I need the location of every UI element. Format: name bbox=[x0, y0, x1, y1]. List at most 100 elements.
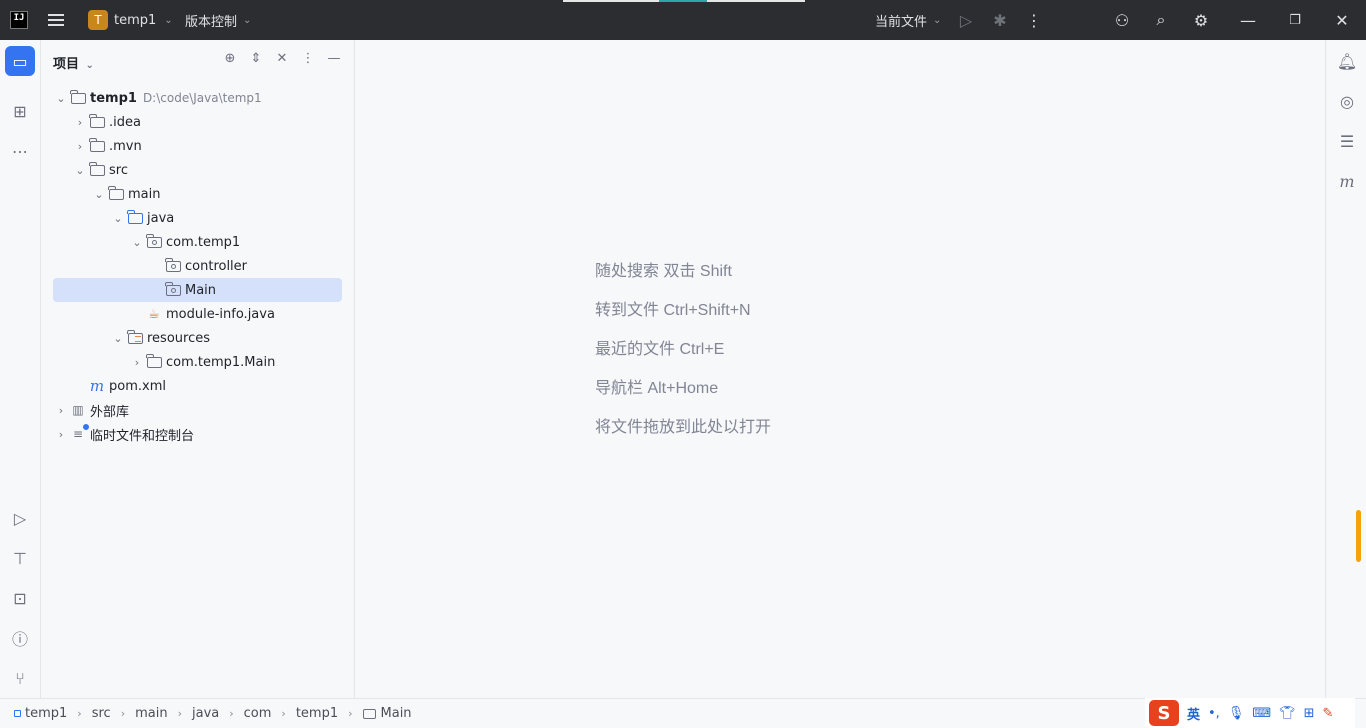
tree-item-idea[interactable]: › .idea bbox=[41, 110, 354, 134]
chevron-down-icon[interactable]: ⌄ bbox=[91, 188, 107, 201]
tree-item-external-libraries[interactable]: › ▥ 外部库 bbox=[41, 398, 354, 422]
tree-item-main[interactable]: ⌄ main bbox=[41, 182, 354, 206]
mascot-icon[interactable]: ✎ bbox=[1323, 706, 1334, 721]
run-config-selector[interactable]: 当前文件 ⌄ bbox=[875, 0, 941, 40]
hide-panel-icon[interactable]: — bbox=[326, 51, 342, 66]
tree-item-java[interactable]: ⌄ java bbox=[41, 206, 354, 230]
git-branch-icon: ⑂ bbox=[15, 668, 25, 688]
project-badge: T bbox=[88, 10, 108, 30]
chevron-right-icon[interactable]: › bbox=[72, 140, 88, 153]
toolbox-icon[interactable]: ⊞ bbox=[1304, 706, 1315, 721]
breadcrumb-com[interactable]: com bbox=[244, 706, 272, 721]
project-panel: 项目 ⌄ ⊕ ⇕ ✕ ⋮ — ⌄ temp1 D:\code\Java\temp… bbox=[41, 40, 355, 698]
settings-icon[interactable]: ⚙ bbox=[1189, 0, 1213, 40]
tree-item-controller[interactable]: controller bbox=[41, 254, 354, 278]
folder-icon bbox=[107, 185, 125, 201]
folder-icon bbox=[88, 161, 106, 177]
breadcrumb-src[interactable]: src bbox=[92, 706, 111, 721]
hint-navigation-bar: 导航栏 Alt+Home bbox=[595, 380, 719, 397]
chevron-right-icon[interactable]: › bbox=[53, 428, 69, 441]
locate-icon[interactable]: ⊕ bbox=[222, 51, 238, 66]
debug-icon[interactable]: ✱ bbox=[988, 0, 1012, 40]
more-actions-icon[interactable]: ⋮ bbox=[1022, 0, 1046, 40]
minimize-icon[interactable]: — bbox=[1236, 0, 1260, 40]
more-tools-button[interactable]: ⋯ bbox=[5, 136, 35, 166]
breadcrumb-temp1-pkg[interactable]: temp1 bbox=[296, 706, 338, 721]
editor-empty-area[interactable]: 随处搜索 双击 Shift 转到文件 Ctrl+Shift+N 最近的文件 Ct… bbox=[355, 40, 1325, 698]
notifications-button[interactable]: 🔔︎ bbox=[1332, 46, 1362, 76]
add-user-icon[interactable]: ⚇ bbox=[1110, 0, 1134, 40]
project-tree: ⌄ temp1 D:\code\Java\temp1 › .idea › .mv… bbox=[41, 86, 354, 446]
tree-item-com-temp1-main[interactable]: › com.temp1.Main bbox=[41, 350, 354, 374]
scroll-marker bbox=[1356, 510, 1361, 562]
vcs-menu[interactable]: 版本控制 ⌄ bbox=[185, 0, 251, 40]
tree-item-scratches[interactable]: › ≡ 临时文件和控制台 bbox=[41, 422, 354, 446]
source-folder-icon bbox=[126, 209, 144, 225]
services-tool-button[interactable]: ▷ bbox=[5, 503, 35, 533]
tree-item-pom[interactable]: m pom.xml bbox=[41, 374, 354, 398]
project-switcher[interactable]: T temp1 ⌄ bbox=[88, 0, 173, 40]
tree-item-main-package[interactable]: Main bbox=[53, 278, 342, 302]
hint-goto-file: 转到文件 Ctrl+Shift+N bbox=[595, 302, 751, 319]
chevron-down-icon[interactable]: ⌄ bbox=[53, 92, 69, 105]
skin-icon[interactable]: 👕︎ bbox=[1279, 706, 1296, 721]
breadcrumb-temp1[interactable]: temp1 bbox=[25, 706, 67, 721]
ai-assistant-button[interactable]: ◎ bbox=[1332, 86, 1362, 116]
package-icon bbox=[164, 281, 182, 297]
microphone-icon[interactable]: 🎙︎ bbox=[1228, 706, 1245, 721]
play-circle-icon: ▷ bbox=[13, 508, 27, 528]
maven-button[interactable]: m bbox=[1332, 166, 1362, 196]
project-name: temp1 bbox=[114, 12, 157, 28]
build-tool-button[interactable]: ⊤ bbox=[5, 543, 35, 573]
database-button[interactable]: ☰ bbox=[1332, 126, 1362, 156]
collapse-all-icon[interactable]: ✕ bbox=[274, 51, 290, 66]
search-icon[interactable]: ⌕ bbox=[1149, 0, 1173, 40]
chevron-down-icon[interactable]: ⌄ bbox=[129, 236, 145, 249]
terminal-tool-button[interactable]: ⊡ bbox=[5, 583, 35, 613]
run-icon[interactable]: ▷ bbox=[954, 0, 978, 40]
restore-icon[interactable]: ❐ bbox=[1283, 0, 1307, 40]
left-tool-strip: ▭ ⊞ ⋯ ▷ ⊤ ⊡ ⓘ ⑂ bbox=[0, 40, 41, 698]
hint-recent-files: 最近的文件 Ctrl+E bbox=[595, 341, 725, 358]
database-icon: ☰ bbox=[1339, 131, 1355, 151]
punctuation-icon[interactable]: •, bbox=[1208, 706, 1220, 721]
git-tool-button[interactable]: ⑂ bbox=[5, 663, 35, 693]
warning-circle-icon: ⓘ bbox=[11, 630, 28, 649]
breadcrumb-main-pkg[interactable]: Main bbox=[381, 706, 412, 721]
ime-mode[interactable]: 英 bbox=[1187, 704, 1200, 723]
close-icon[interactable]: ✕ bbox=[1330, 0, 1354, 40]
chevron-right-icon[interactable]: › bbox=[129, 356, 145, 369]
maven-icon: m bbox=[1339, 171, 1355, 191]
tree-item-module-info[interactable]: ☕ module-info.java bbox=[41, 302, 354, 326]
chevron-down-icon[interactable]: ⌄ bbox=[110, 332, 126, 345]
project-view-selector[interactable]: 项目 ⌄ bbox=[53, 53, 94, 72]
project-panel-actions: ⊕ ⇕ ✕ ⋮ — bbox=[222, 51, 342, 66]
tree-item-mvn[interactable]: › .mvn bbox=[41, 134, 354, 158]
main-menu-button[interactable] bbox=[48, 0, 70, 40]
project-tool-button[interactable]: ▭ bbox=[5, 46, 35, 76]
breadcrumb-main[interactable]: main bbox=[135, 706, 167, 721]
chevron-down-icon[interactable]: ⌄ bbox=[72, 164, 88, 177]
package-icon bbox=[145, 233, 163, 249]
chevron-down-icon: ⌄ bbox=[164, 14, 173, 26]
chevron-right-icon[interactable]: › bbox=[72, 116, 88, 129]
title-bar: IJ T temp1 ⌄ 版本控制 ⌄ 当前文件 ⌄ ▷ ✱ ⋮ ⚇ ⌕ ⚙ —… bbox=[0, 0, 1366, 40]
tree-item-src[interactable]: ⌄ src bbox=[41, 158, 354, 182]
breadcrumb-java[interactable]: java bbox=[192, 706, 219, 721]
tree-item-resources[interactable]: ⌄ resources bbox=[41, 326, 354, 350]
structure-tool-button[interactable]: ⊞ bbox=[5, 96, 35, 126]
tree-item-temp1[interactable]: ⌄ temp1 D:\code\Java\temp1 bbox=[41, 86, 354, 110]
options-icon[interactable]: ⋮ bbox=[300, 51, 316, 66]
keyboard-icon[interactable]: ⌨ bbox=[1252, 706, 1271, 721]
problems-tool-button[interactable]: ⓘ bbox=[5, 623, 35, 653]
right-tool-strip: 🔔︎ ◎ ☰ m bbox=[1325, 40, 1366, 698]
chevron-down-icon[interactable]: ⌄ bbox=[110, 212, 126, 225]
sogou-logo[interactable]: S bbox=[1149, 700, 1179, 726]
chevron-right-icon[interactable]: › bbox=[53, 404, 69, 417]
library-icon: ▥ bbox=[72, 403, 84, 417]
chevron-right-icon: › bbox=[120, 707, 126, 720]
structure-icon: ⊞ bbox=[13, 101, 27, 121]
tree-item-com-temp1[interactable]: ⌄ com.temp1 bbox=[41, 230, 354, 254]
folder-icon: ▭ bbox=[12, 51, 28, 71]
expand-all-icon[interactable]: ⇕ bbox=[248, 51, 264, 66]
